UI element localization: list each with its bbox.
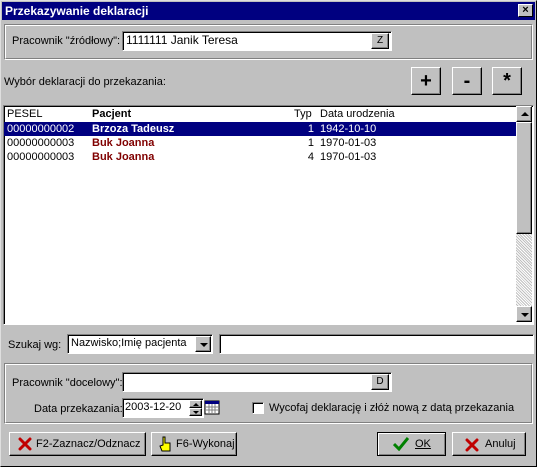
cell-pesel: 00000000003 <box>7 137 75 149</box>
table-header: PESEL Pacjent Typ Data urodzenia <box>4 106 516 122</box>
arrow-up-icon <box>521 112 529 116</box>
cell-birth-date: 1942-10-10 <box>320 123 377 135</box>
search-criterion-select[interactable]: Nazwisko;Imię pacjenta <box>67 334 213 354</box>
scroll-thumb[interactable] <box>516 122 532 234</box>
declarations-table: PESEL Pacjent Typ Data urodzenia 0000000… <box>3 105 534 325</box>
search-criterion-value: Nazwisko;Imię pacjenta <box>71 337 187 349</box>
search-label-text: Szukaj wg: <box>8 339 62 351</box>
source-employee-lookup-button[interactable]: Z <box>371 33 389 49</box>
add-declaration-button[interactable]: + <box>411 67 441 95</box>
calendar-icon <box>204 400 220 415</box>
withdraw-checkbox-label: Wycofaj deklarację i złóż nową z datą pr… <box>269 402 515 414</box>
remove-declaration-button[interactable]: - <box>452 67 482 95</box>
cell-birth-date: 1970-01-03 <box>320 151 377 163</box>
column-header-birth-date[interactable]: Data urodzenia <box>320 107 395 121</box>
column-header-pesel[interactable]: PESEL <box>7 107 42 121</box>
hand-pointer-icon <box>159 436 171 452</box>
ok-label: OK <box>415 438 431 450</box>
table-row[interactable]: 00000000003 Buk Joanna 1 1970-01-03 <box>4 136 516 150</box>
minus-icon: - <box>463 70 471 92</box>
search-criterion-dropdown-button[interactable] <box>195 336 211 352</box>
source-employee-field[interactable]: 1111111 Janik Teresa <box>122 31 392 51</box>
cancel-button[interactable]: Anuluj <box>452 432 526 456</box>
close-button[interactable]: × <box>518 4 533 17</box>
column-header-patient[interactable]: Pacjent <box>92 107 131 121</box>
date-spin-down[interactable] <box>189 408 202 416</box>
asterisk-icon: * <box>503 70 511 92</box>
toggle-selection-label: F2-Zaznacz/Odznacz <box>36 438 141 450</box>
cell-birth-date: 1970-01-03 <box>320 137 377 149</box>
cell-patient: Buk Joanna <box>92 137 155 149</box>
cell-patient: Buk Joanna <box>92 151 155 163</box>
search-label: Szukaj wg: <box>8 339 61 351</box>
ok-button[interactable]: OK <box>377 432 446 456</box>
check-icon <box>393 437 409 451</box>
cell-pesel: 00000000003 <box>7 151 75 163</box>
search-input[interactable] <box>219 334 534 354</box>
cell-pesel: 00000000002 <box>7 123 75 135</box>
cell-type: 4 <box>307 151 314 163</box>
scroll-down-button[interactable] <box>516 306 532 322</box>
table-body: 00000000002 Brzoza Tadeusz 1 1942-10-10 0000… <box>4 122 516 322</box>
date-spin-up[interactable] <box>189 400 202 408</box>
scroll-up-button[interactable] <box>516 106 532 122</box>
transfer-date-label: Data przekazania: <box>34 403 123 415</box>
close-icon: × <box>522 4 529 16</box>
cell-type: 1 <box>307 123 314 135</box>
select-all-button[interactable]: * <box>492 67 522 95</box>
title-bar: Przekazywanie deklaracji <box>2 2 535 20</box>
source-employee-label: Pracownik "źródłowy": <box>12 35 121 47</box>
spin-down-icon <box>193 411 199 414</box>
scroll-track[interactable] <box>516 234 532 306</box>
plus-icon: + <box>420 70 432 92</box>
toggle-selection-button[interactable]: F2-Zaznacz/Odznacz <box>9 432 146 456</box>
cell-type: 1 <box>307 137 314 149</box>
table-row[interactable]: 00000000003 Buk Joanna 4 1970-01-03 <box>4 150 516 164</box>
target-employee-lookup-button[interactable]: D <box>371 374 389 390</box>
execute-button[interactable]: F6-Wykonaj <box>151 432 237 456</box>
cancel-label: Anuluj <box>485 438 516 450</box>
calendar-button[interactable] <box>204 399 220 416</box>
table-row[interactable]: 00000000002 Brzoza Tadeusz 1 1942-10-10 <box>4 122 516 136</box>
chevron-down-icon <box>200 343 208 347</box>
target-employee-label: Pracownik "docelowy": <box>12 377 123 389</box>
source-employee-value: 1111111 Janik Teresa <box>126 33 238 47</box>
vertical-scrollbar[interactable] <box>516 106 532 322</box>
target-employee-field[interactable] <box>122 372 392 392</box>
withdraw-checkbox[interactable] <box>252 402 264 414</box>
selection-label: Wybór deklaracji do przekazania: <box>4 76 166 88</box>
column-header-type[interactable]: Typ <box>294 107 312 121</box>
target-lookup-label: D <box>376 376 384 387</box>
close-icon <box>465 438 479 452</box>
spin-up-icon <box>193 403 199 406</box>
arrow-down-icon <box>521 313 529 317</box>
cross-mark-icon <box>18 437 32 451</box>
source-lookup-label: Z <box>376 35 384 46</box>
cell-patient: Brzoza Tadeusz <box>92 123 175 135</box>
transfer-date-field[interactable]: 2003-12-20 <box>122 398 204 418</box>
execute-label: F6-Wykonaj <box>176 438 235 450</box>
window-title: Przekazywanie deklaracji <box>5 4 149 18</box>
